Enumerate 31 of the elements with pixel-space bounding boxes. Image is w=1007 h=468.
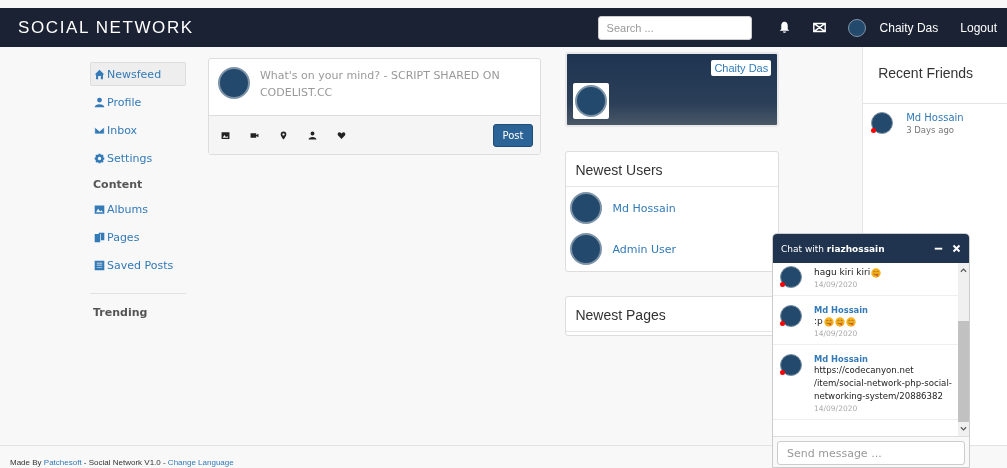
change-language-link[interactable]: Change Language [167, 458, 234, 467]
message-text: https://codecanyon.net /item/social-network-php-social-networking-system/20886382 [814, 364, 953, 403]
sidebar-item[interactable]: Albums [90, 197, 186, 221]
message-input-field[interactable]: Send message ... [777, 441, 965, 465]
user-link[interactable]: Md Hossain [612, 201, 676, 215]
sender-name-link[interactable]: Md Hossain [814, 305, 868, 315]
section-heading: Content [92, 177, 144, 193]
user-link[interactable]: Admin User [612, 242, 677, 256]
post-button[interactable]: Post [492, 123, 534, 147]
sidebar-item[interactable]: Settings [90, 146, 186, 170]
logout-link[interactable]: Logout [960, 20, 997, 35]
sender-name-link[interactable]: Md Hossain [814, 354, 958, 364]
panel-title: Recent Friends [863, 47, 1007, 104]
chat-title: Chat with riazhossain [781, 243, 886, 254]
user-name-link[interactable]: Chaity Das [879, 20, 939, 35]
panel-title: Newest Users [566, 152, 779, 187]
message-text: hagu kiri kiri [814, 266, 871, 279]
author-link[interactable]: Patchesoft [43, 458, 82, 467]
search-field[interactable]: Search ... [597, 15, 752, 40]
sidebar-item[interactable]: Newsfeed [90, 62, 186, 86]
sidebar-item[interactable]: Inbox [90, 118, 186, 142]
sidebar-item[interactable]: Pages [90, 225, 186, 249]
section-heading: Trending [92, 305, 149, 321]
timestamp: 3 Days ago [906, 125, 956, 135]
sidebar-item[interactable]: Saved Posts [90, 253, 186, 277]
sidebar-item[interactable]: Profile [90, 90, 186, 114]
message-text: :p [814, 315, 823, 328]
friend-name-link[interactable]: Md Hossain [906, 112, 964, 123]
brand-logo[interactable]: SOCIAL NETWORK [18, 17, 194, 38]
footer-text: Made By Patchesoft - Social Network V1.0 - Change Language [10, 458, 234, 467]
profile-name-link[interactable]: Chaity Das [711, 60, 772, 76]
